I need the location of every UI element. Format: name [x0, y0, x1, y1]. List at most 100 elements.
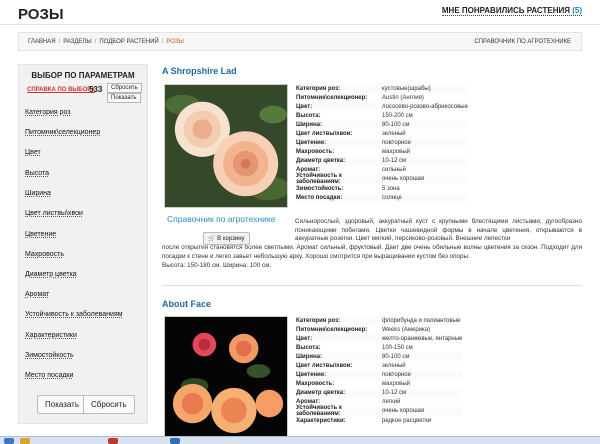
breadcrumb-separator: / — [161, 38, 164, 45]
spec-key: Место посадки: — [296, 194, 343, 201]
spec-value: повторное — [382, 372, 411, 379]
filter-flower-diameter[interactable]: Диаметр цветка — [25, 271, 77, 278]
breadcrumb-separator: / — [94, 38, 97, 45]
spec-value: легкий — [382, 399, 401, 406]
show-small-button[interactable]: Показать — [107, 93, 141, 103]
spec-value: желто-оранжевые, янтарные — [382, 335, 463, 342]
rose-photo-graphic — [165, 317, 287, 439]
add-to-cart-button[interactable]: 🛒 В корзину — [203, 232, 250, 245]
spec-value: махровый — [382, 381, 410, 388]
agrotech-reference-link[interactable]: СПРАВОЧНИК ПО АГРОТЕХНИКЕ — [474, 39, 571, 45]
filter-disease-resistance[interactable]: Устойчивость к заболеваниям — [25, 311, 123, 318]
spec-value: очень хорошая — [382, 176, 425, 183]
page-title: РОЗЫ — [18, 6, 64, 23]
filter-aroma[interactable]: Аромат — [25, 291, 49, 298]
product-title[interactable]: About Face — [162, 299, 211, 309]
spec-key: Цвет листвы\хвои: — [296, 131, 353, 138]
app-icon[interactable] — [170, 438, 180, 444]
liked-plants-link[interactable]: МНЕ ПОНРАВИЛИСЬ РАСТЕНИЯ (5) — [441, 6, 582, 16]
folder-icon[interactable] — [20, 438, 30, 444]
filter-help-link[interactable]: СПРАВКА ПО ВЫБОРУ — [27, 87, 95, 93]
spec-key: Питомник\селекционер: — [296, 326, 368, 333]
reset-small-button[interactable]: Сбросить — [107, 83, 142, 93]
liked-plants-label: МНЕ ПОНРАВИЛИСЬ РАСТЕНИЯ — [441, 6, 570, 15]
filter-height[interactable]: Высота — [25, 170, 49, 177]
spec-value: 150-200 см — [382, 112, 413, 119]
spec-key: Высота: — [296, 344, 321, 351]
product-image[interactable] — [164, 84, 288, 208]
spec-key: Махровость: — [296, 381, 335, 388]
spec-key: Высота: — [296, 112, 321, 119]
product-divider — [162, 285, 582, 286]
spec-key: Категория роз: — [296, 85, 341, 92]
spec-key: Категория роз: — [296, 317, 341, 324]
filter-sidebar: ВЫБОР ПО ПАРАМЕТРАМ СПРАВКА ПО ВЫБОРУ 53… — [18, 64, 148, 424]
filter-planting-place[interactable]: Место посадки — [25, 372, 73, 379]
filter-characteristics[interactable]: Характеристики — [25, 332, 77, 339]
spec-key: Зимостойкость: — [296, 185, 344, 192]
spec-value: флорибунда и полиантовые — [382, 317, 461, 324]
filter-rose-category[interactable]: Категория роз — [25, 109, 71, 116]
filter-nursery[interactable]: Питомник\селекционер — [25, 129, 100, 136]
add-to-cart-label: В корзину — [217, 236, 245, 242]
spec-value: махровый — [382, 149, 410, 156]
filter-width[interactable]: Ширина — [25, 190, 51, 197]
product-specs: Категория роз: кустовые(шрабы) Питомник\с… — [296, 84, 468, 203]
filter-heading: ВЫБОР ПО ПАРАМЕТРАМ — [31, 71, 135, 80]
spec-key: Диаметр цветка: — [296, 158, 346, 165]
liked-plants-count: (5) — [572, 6, 582, 15]
rose-photo-graphic — [165, 85, 287, 207]
spec-key: Характеристики: — [296, 417, 346, 424]
product-title[interactable]: A Shropshire Lad — [162, 66, 237, 76]
spec-value: солнце — [382, 194, 402, 201]
os-taskbar — [0, 436, 600, 444]
spec-value: повторное — [382, 140, 411, 147]
description-rest: после открытия становятся более светлыми… — [162, 244, 582, 260]
filter-winter-hardiness[interactable]: Зимостойкость — [25, 352, 74, 359]
spec-value: 5 зона — [382, 185, 400, 192]
start-icon[interactable] — [4, 438, 14, 444]
spec-value: редкое расцветки — [382, 417, 432, 424]
spec-key: Устойчивость к заболеваниям: — [296, 405, 342, 418]
filter-doubleness[interactable]: Махровость — [25, 251, 64, 258]
spec-key: Махровость: — [296, 149, 335, 156]
breadcrumb-plant-selection[interactable]: ПОДБОР РАСТЕНИЙ — [99, 39, 158, 45]
product-specs: Категория роз: флорибунда и полиантовые П… — [296, 316, 463, 425]
spec-value: 10-12 см — [382, 158, 407, 165]
spec-key: Цвет листвы\хвои: — [296, 363, 353, 370]
reset-button[interactable]: Сбросить — [83, 395, 135, 414]
filter-color[interactable]: Цвет — [25, 149, 41, 156]
spec-key: Диаметр цветка: — [296, 390, 346, 397]
spec-value: кустовые(шрабы) — [382, 85, 431, 92]
description-size: Высота: 150-180 см. Ширина: 100 см. — [162, 261, 272, 269]
spec-value: 10-12 см — [382, 390, 407, 397]
cart-icon: 🛒 — [208, 236, 216, 242]
breadcrumb-current: РОЗЫ — [166, 38, 184, 45]
spec-value: 80-100 см — [382, 353, 410, 360]
spec-value: очень хорошая — [382, 408, 425, 415]
spec-value: 100-150 см — [382, 344, 413, 351]
spec-value: зеленый — [382, 131, 406, 138]
spec-key: Цветение: — [296, 140, 327, 147]
browser-icon[interactable] — [108, 438, 118, 444]
breadcrumb-home[interactable]: ГЛАВНАЯ — [28, 39, 56, 45]
breadcrumb-separator: / — [58, 38, 61, 45]
spec-value: лососево-розово-абрикосовые — [382, 103, 468, 110]
spec-key: Ширина: — [296, 353, 323, 360]
breadcrumb-sections[interactable]: РАЗДЕЛЫ — [63, 39, 91, 45]
filter-foliage-color[interactable]: Цвет листвы\хвои — [25, 210, 83, 217]
spec-key: Устойчивость к заболеваниям: — [296, 173, 342, 186]
spec-key: Цвет: — [296, 335, 313, 342]
spec-value: сильный — [382, 167, 406, 174]
breadcrumb: ГЛАВНАЯ / РАЗДЕЛЫ / ПОДБОР РАСТЕНИЙ / РО… — [18, 32, 582, 51]
filter-flowering[interactable]: Цветение — [25, 231, 56, 238]
spec-value: Weeks (Америка) — [382, 326, 431, 333]
show-button[interactable]: Показать — [37, 395, 88, 414]
spec-key: Питомник\селекционер: — [296, 94, 368, 101]
header-divider — [0, 24, 600, 25]
result-count: 533 — [89, 85, 103, 94]
product-image[interactable] — [164, 316, 288, 440]
spec-key: Цвет: — [296, 103, 313, 110]
spec-value: 80-100 см — [382, 121, 410, 128]
product-agrotech-link[interactable]: Справочник по агротехнике — [167, 214, 275, 224]
